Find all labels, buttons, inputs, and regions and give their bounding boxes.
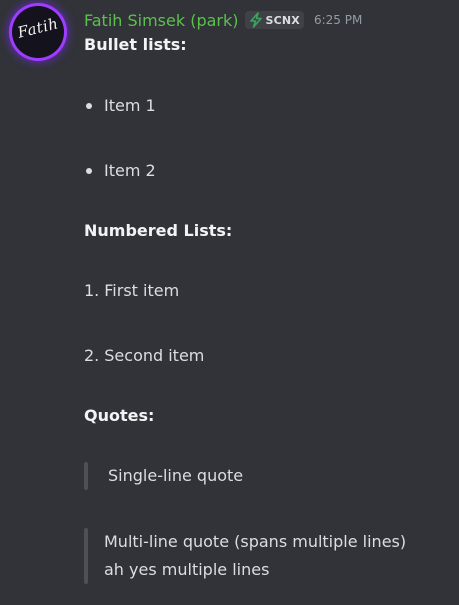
multi-line-quote: Multi-line quote (spans multiple lines) … [84, 528, 406, 584]
quotes-heading: Quotes: [84, 406, 155, 425]
user-avatar[interactable]: Fatih [12, 6, 64, 58]
numbered-item: 2. Second item [84, 345, 204, 367]
quote-text: Multi-line quote (spans multiple lines) … [88, 528, 406, 584]
quote-line: Multi-line quote (spans multiple lines) [104, 532, 407, 551]
message-timestamp[interactable]: 6:25 PM [314, 13, 362, 27]
quote-text: Single-line quote [108, 466, 244, 485]
chat-message: Fatih Fatih Simsek (park) SCNX 6:25 PM B… [0, 0, 459, 605]
bullet-item-text: Item 2 [104, 161, 156, 180]
bullet-item-text: Item 1 [104, 96, 156, 115]
numbered-item: 1. First item [84, 280, 179, 302]
bullet-icon [86, 103, 92, 109]
message-header: Fatih Simsek (park) SCNX 6:25 PM [84, 8, 362, 32]
server-tag[interactable]: SCNX [244, 11, 304, 29]
numbered-item-text: Second item [104, 346, 205, 365]
single-line-quote: Single-line quote [84, 462, 243, 490]
quote-line: ah yes multiple lines [104, 560, 270, 579]
bullet-lists-heading: Bullet lists: [84, 35, 187, 54]
username[interactable]: Fatih Simsek (park) [84, 11, 239, 30]
bullet-item: Item 1 [84, 95, 156, 117]
bullet-icon [86, 168, 92, 174]
numbered-item-number: 2. [84, 346, 100, 365]
avatar-handwriting: Fatih [15, 14, 61, 42]
bullet-item: Item 2 [84, 160, 156, 182]
numbered-lists-heading: Numbered Lists: [84, 221, 233, 240]
server-tag-label: SCNX [265, 13, 300, 27]
bolt-icon [249, 12, 262, 28]
numbered-item-number: 1. [84, 281, 100, 300]
numbered-item-text: First item [104, 281, 180, 300]
